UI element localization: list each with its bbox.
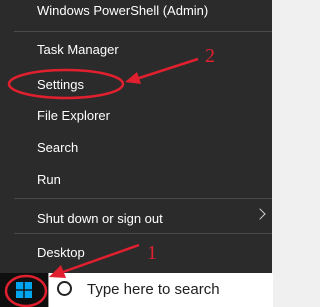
menu-item-desktop[interactable]: Desktop (37, 241, 85, 265)
menu-item-file-explorer[interactable]: File Explorer (37, 104, 110, 128)
menu-item-task-manager[interactable]: Task Manager (37, 38, 119, 62)
menu-item-run[interactable]: Run (37, 168, 61, 192)
menu-item-settings[interactable]: Settings (37, 73, 84, 97)
taskbar-search-box[interactable]: Type here to search (48, 273, 273, 307)
menu-item-windows-powershell-admin[interactable]: Windows PowerShell (Admin) (37, 0, 208, 23)
start-button[interactable] (0, 273, 48, 307)
power-user-context-menu: Windows PowerShell (Admin) Task Manager … (0, 0, 272, 273)
windows-logo-icon (16, 282, 32, 298)
search-placeholder: Type here to search (87, 281, 220, 298)
menu-item-search[interactable]: Search (37, 136, 78, 160)
chevron-right-icon (254, 208, 266, 220)
taskbar: Type here to search (0, 273, 273, 307)
cortana-circle-icon (57, 281, 72, 296)
menu-divider (14, 198, 272, 199)
menu-item-shut-down-or-sign-out[interactable]: Shut down or sign out (37, 207, 163, 231)
menu-divider (14, 233, 272, 234)
menu-divider (14, 31, 272, 32)
